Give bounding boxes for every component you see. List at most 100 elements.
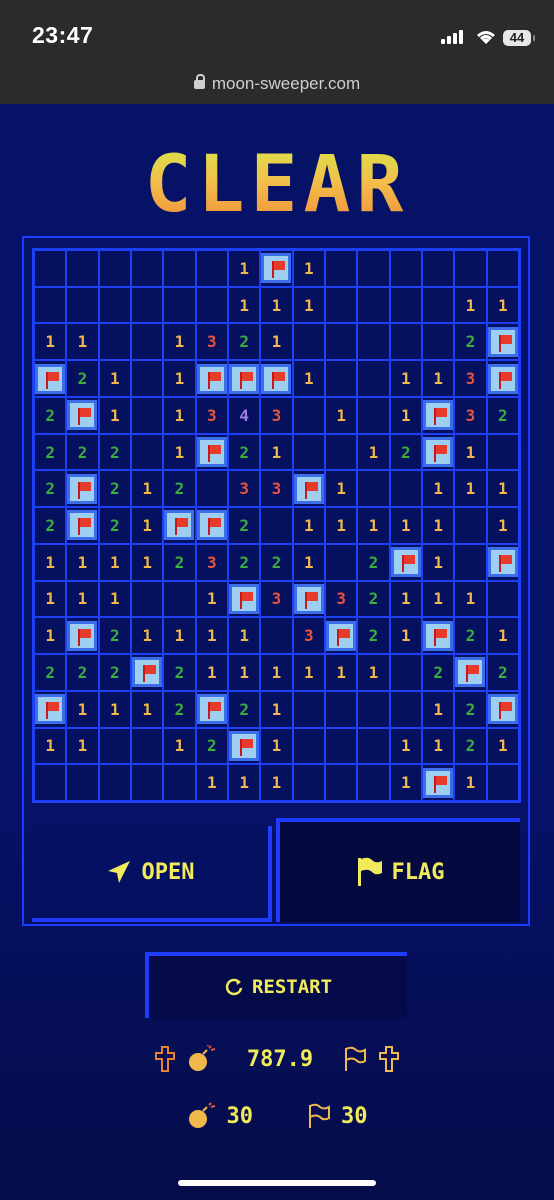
empty-cell[interactable] <box>34 764 67 801</box>
empty-cell[interactable] <box>130 286 164 324</box>
number-cell[interactable]: 1 <box>486 286 519 324</box>
number-cell[interactable]: 1 <box>324 507 358 544</box>
number-cell[interactable]: 1 <box>260 690 293 728</box>
number-cell[interactable]: 1 <box>260 727 293 765</box>
flagged-cell[interactable] <box>324 617 358 655</box>
empty-cell[interactable] <box>163 580 196 618</box>
number-cell[interactable]: 2 <box>357 617 390 655</box>
number-cell[interactable]: 2 <box>98 617 131 655</box>
flagged-cell[interactable] <box>292 470 325 508</box>
flagged-cell[interactable] <box>66 470 99 508</box>
empty-cell[interactable] <box>260 507 293 544</box>
number-cell[interactable]: 1 <box>227 617 261 655</box>
number-cell[interactable]: 2 <box>421 654 455 691</box>
flagged-cell[interactable] <box>292 580 325 618</box>
number-cell[interactable]: 2 <box>195 727 228 765</box>
number-cell[interactable]: 1 <box>195 580 228 618</box>
empty-cell[interactable] <box>98 727 131 765</box>
flagged-cell[interactable] <box>227 727 261 765</box>
number-cell[interactable]: 1 <box>292 250 325 287</box>
number-cell[interactable]: 1 <box>260 654 293 691</box>
number-cell[interactable]: 1 <box>227 654 261 691</box>
number-cell[interactable]: 1 <box>195 764 228 801</box>
number-cell[interactable]: 1 <box>454 580 487 618</box>
number-cell[interactable]: 2 <box>486 396 519 434</box>
number-cell[interactable]: 2 <box>34 507 67 544</box>
empty-cell[interactable] <box>486 250 519 287</box>
flagged-cell[interactable] <box>486 543 519 581</box>
number-cell[interactable]: 2 <box>227 690 261 728</box>
number-cell[interactable]: 3 <box>454 396 487 434</box>
empty-cell[interactable] <box>66 250 99 287</box>
empty-cell[interactable] <box>34 250 67 287</box>
number-cell[interactable]: 2 <box>66 654 99 691</box>
empty-cell[interactable] <box>292 764 325 801</box>
flagged-cell[interactable] <box>66 507 99 544</box>
empty-cell[interactable] <box>486 433 519 471</box>
empty-cell[interactable] <box>163 250 196 287</box>
number-cell[interactable]: 1 <box>130 690 164 728</box>
empty-cell[interactable] <box>130 433 164 471</box>
empty-cell[interactable] <box>34 286 67 324</box>
empty-cell[interactable] <box>98 250 131 287</box>
number-cell[interactable]: 1 <box>357 507 390 544</box>
number-cell[interactable]: 2 <box>98 507 131 544</box>
number-cell[interactable]: 1 <box>260 323 293 361</box>
empty-cell[interactable] <box>357 764 390 801</box>
empty-cell[interactable] <box>324 690 358 728</box>
number-cell[interactable]: 3 <box>195 543 228 581</box>
number-cell[interactable]: 3 <box>260 470 293 508</box>
empty-cell[interactable] <box>324 286 358 324</box>
number-cell[interactable]: 3 <box>195 323 228 361</box>
empty-cell[interactable] <box>357 286 390 324</box>
number-cell[interactable]: 1 <box>421 470 455 508</box>
empty-cell[interactable] <box>163 764 196 801</box>
number-cell[interactable]: 1 <box>34 580 67 618</box>
flagged-cell[interactable] <box>227 360 261 397</box>
number-cell[interactable]: 2 <box>454 727 487 765</box>
number-cell[interactable]: 1 <box>260 286 293 324</box>
number-cell[interactable]: 1 <box>454 433 487 471</box>
empty-cell[interactable] <box>357 470 390 508</box>
empty-cell[interactable] <box>357 250 390 287</box>
number-cell[interactable]: 1 <box>292 543 325 581</box>
empty-cell[interactable] <box>324 323 358 361</box>
number-cell[interactable]: 1 <box>195 617 228 655</box>
number-cell[interactable]: 2 <box>389 433 422 471</box>
empty-cell[interactable] <box>324 764 358 801</box>
empty-cell[interactable] <box>389 654 422 691</box>
empty-cell[interactable] <box>260 617 293 655</box>
number-cell[interactable]: 2 <box>486 654 519 691</box>
number-cell[interactable]: 1 <box>66 690 99 728</box>
number-cell[interactable]: 2 <box>34 396 67 434</box>
number-cell[interactable]: 1 <box>66 727 99 765</box>
number-cell[interactable]: 1 <box>421 727 455 765</box>
number-cell[interactable]: 2 <box>454 323 487 361</box>
number-cell[interactable]: 1 <box>486 617 519 655</box>
flagged-cell[interactable] <box>421 433 455 471</box>
empty-cell[interactable] <box>292 433 325 471</box>
flagged-cell[interactable] <box>260 250 293 287</box>
empty-cell[interactable] <box>389 250 422 287</box>
number-cell[interactable]: 3 <box>227 470 261 508</box>
number-cell[interactable]: 2 <box>227 543 261 581</box>
flagged-cell[interactable] <box>66 617 99 655</box>
flagged-cell[interactable] <box>66 396 99 434</box>
number-cell[interactable]: 1 <box>486 507 519 544</box>
empty-cell[interactable] <box>357 690 390 728</box>
empty-cell[interactable] <box>454 507 487 544</box>
open-mode-button[interactable]: OPEN <box>32 826 272 922</box>
flagged-cell[interactable] <box>227 580 261 618</box>
flagged-cell[interactable] <box>163 507 196 544</box>
flagged-cell[interactable] <box>421 617 455 655</box>
number-cell[interactable]: 1 <box>486 470 519 508</box>
number-cell[interactable]: 1 <box>34 727 67 765</box>
number-cell[interactable]: 1 <box>130 507 164 544</box>
number-cell[interactable]: 2 <box>163 690 196 728</box>
number-cell[interactable]: 2 <box>66 360 99 397</box>
number-cell[interactable]: 1 <box>163 727 196 765</box>
number-cell[interactable]: 1 <box>130 543 164 581</box>
number-cell[interactable]: 2 <box>227 433 261 471</box>
empty-cell[interactable] <box>357 360 390 397</box>
number-cell[interactable]: 1 <box>389 360 422 397</box>
